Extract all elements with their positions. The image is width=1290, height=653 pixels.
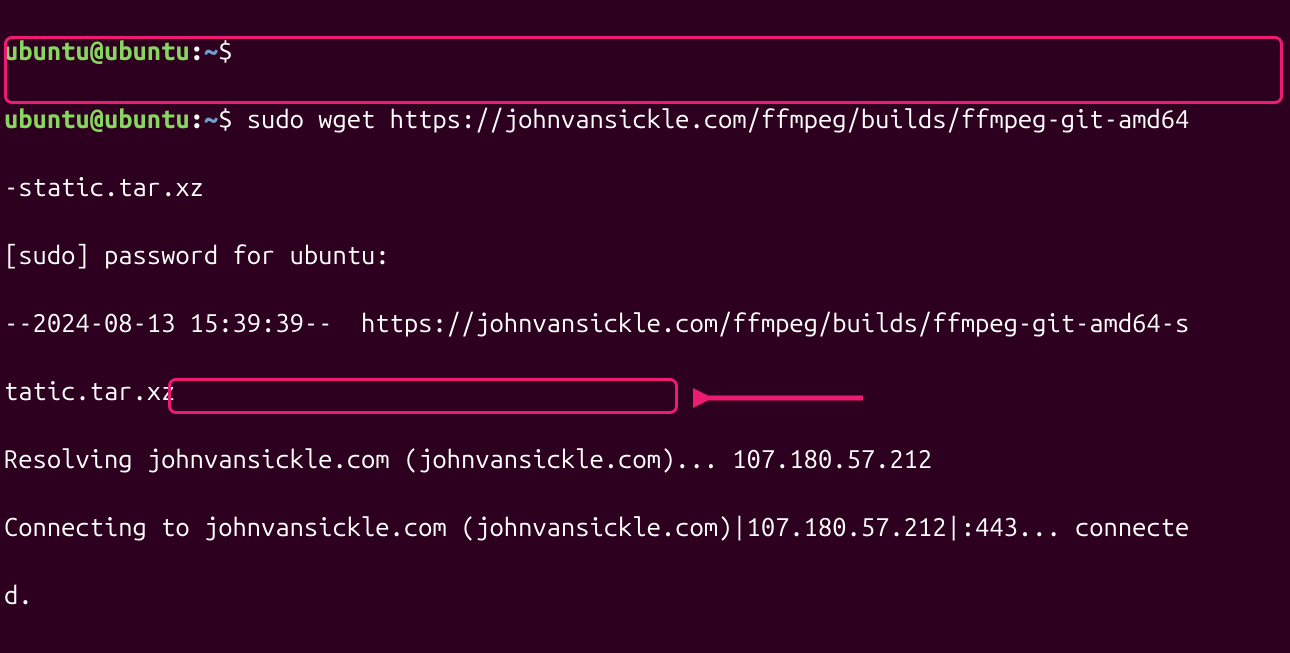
output-line: Connecting to johnvansickle.com (johnvan… bbox=[4, 510, 1286, 544]
prompt-sep: : bbox=[190, 36, 204, 65]
prompt-sigil: $ bbox=[218, 36, 232, 65]
output-line: Resolving johnvansickle.com (johnvansick… bbox=[4, 442, 1286, 476]
prompt-sep: : bbox=[190, 104, 204, 133]
prompt-path: ~ bbox=[204, 104, 218, 133]
prompt-sigil: $ bbox=[218, 104, 232, 133]
prompt-path: ~ bbox=[204, 36, 218, 65]
prompt-user: ubuntu@ubuntu bbox=[4, 36, 190, 65]
output-line: [sudo] password for ubuntu: bbox=[4, 238, 1286, 272]
output-line: HTTP request sent, awaiting response... … bbox=[4, 646, 1286, 653]
prompt-line-empty: ubuntu@ubuntu:~$ bbox=[4, 34, 1286, 68]
output-line: d. bbox=[4, 578, 1286, 612]
prompt-user: ubuntu@ubuntu bbox=[4, 104, 190, 133]
command-line-1: ubuntu@ubuntu:~$ sudo wget https://johnv… bbox=[4, 102, 1286, 136]
command-line-2: -static.tar.xz bbox=[4, 170, 1286, 204]
command-text-1 bbox=[232, 104, 246, 133]
command-text-1b: sudo wget https://johnvansickle.com/ffmp… bbox=[247, 104, 1189, 133]
terminal-output[interactable]: ubuntu@ubuntu:~$ ubuntu@ubuntu:~$ sudo w… bbox=[4, 0, 1286, 653]
output-line: --2024-08-13 15:39:39-- https://johnvans… bbox=[4, 306, 1286, 340]
output-line: tatic.tar.xz bbox=[4, 374, 1286, 408]
